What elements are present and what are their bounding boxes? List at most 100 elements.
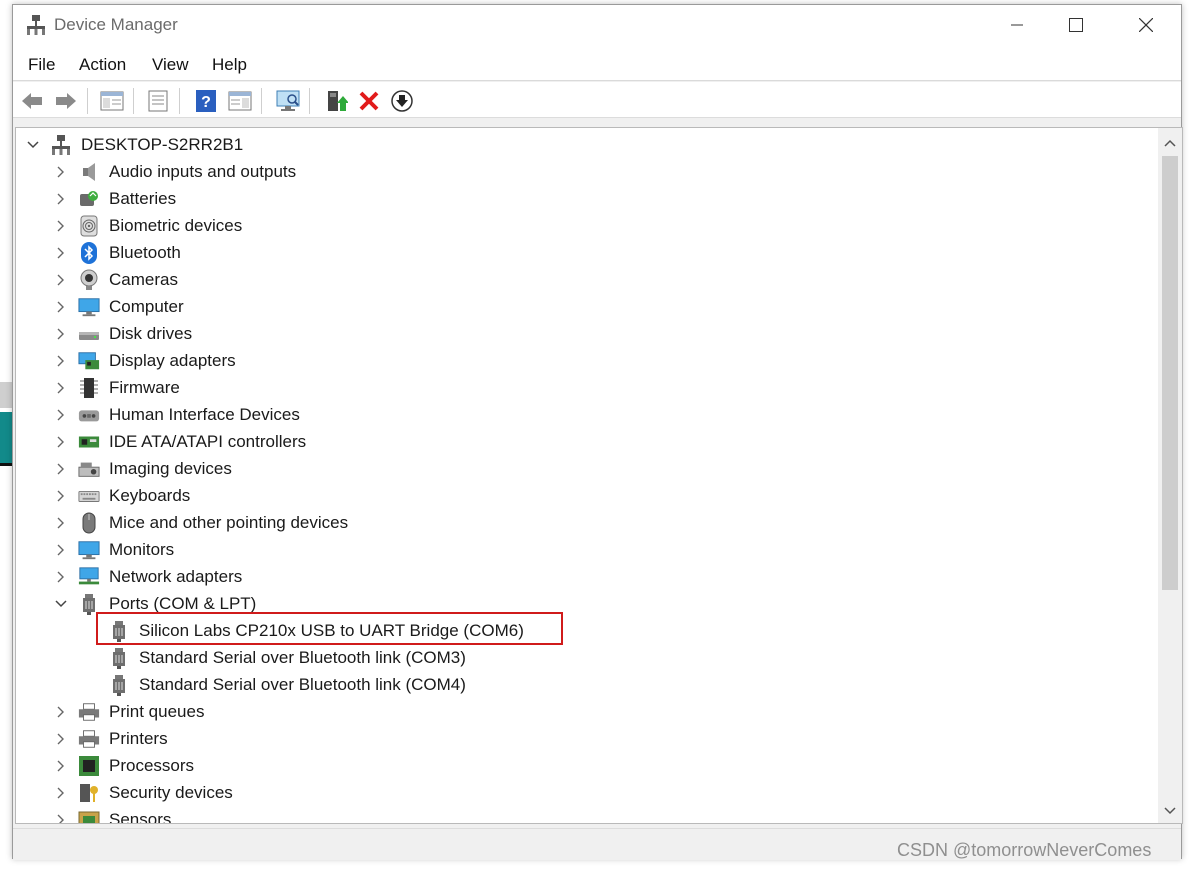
tree-item-label: Firmware — [109, 377, 180, 397]
chevron-right-icon[interactable] — [54, 293, 68, 320]
tree-item-label: Disk drives — [109, 323, 193, 343]
hid-icon — [78, 404, 100, 426]
printer-icon — [78, 728, 100, 750]
tree-item-label: Biometric devices — [109, 215, 243, 235]
close-button[interactable] — [1117, 5, 1175, 45]
scan-for-hardware-changes-icon[interactable] — [275, 88, 301, 114]
tree-item-sensors[interactable]: Sensors — [54, 806, 172, 824]
forward-icon[interactable] — [53, 88, 79, 114]
chevron-right-icon[interactable] — [54, 698, 68, 725]
keyboard-icon — [78, 485, 100, 507]
battery-icon — [78, 188, 100, 210]
vertical-scrollbar[interactable] — [1158, 128, 1182, 823]
chevron-right-icon[interactable] — [54, 725, 68, 752]
speaker-icon — [78, 161, 100, 183]
chevron-right-icon[interactable] — [54, 482, 68, 509]
disable-device-icon[interactable] — [389, 88, 415, 114]
menu-action[interactable]: Action — [79, 55, 126, 75]
tree-item-label: Imaging devices — [109, 458, 232, 478]
chevron-right-icon[interactable] — [54, 374, 68, 401]
tree-item-hid[interactable]: Human Interface Devices — [54, 401, 300, 428]
tree-item-label: Cameras — [109, 269, 178, 289]
tree-item-label: IDE ATA/ATAPI controllers — [109, 431, 307, 451]
tree-item-disk-drives[interactable]: Disk drives — [54, 320, 192, 347]
tree-item-computer[interactable]: Computer — [54, 293, 184, 320]
chevron-right-icon[interactable] — [54, 347, 68, 374]
watermark: CSDN @tomorrowNeverComes — [897, 840, 1152, 860]
tree-root[interactable]: DESKTOP-S2RR2B1 — [26, 131, 243, 158]
minimize-button[interactable] — [988, 5, 1046, 45]
chevron-right-icon[interactable] — [54, 266, 68, 293]
port-device-bt-com4[interactable]: Standard Serial over Bluetooth link (COM… — [108, 671, 466, 698]
tree-item-batteries[interactable]: Batteries — [54, 185, 176, 212]
tree-item-printers[interactable]: Printers — [54, 725, 168, 752]
title-bar[interactable]: Device Manager — [13, 5, 1181, 45]
chevron-right-icon[interactable] — [54, 563, 68, 590]
help-icon[interactable]: ? — [193, 88, 219, 114]
tree-item-label: Bluetooth — [109, 242, 181, 262]
tree-item-audio[interactable]: Audio inputs and outputs — [54, 158, 296, 185]
tree-item-label: Ports (COM & LPT) — [109, 593, 257, 613]
tree-item-bluetooth[interactable]: Bluetooth — [54, 239, 181, 266]
chevron-right-icon[interactable] — [54, 806, 68, 823]
webcam-icon — [78, 269, 100, 291]
tree-item-label: Sensors — [109, 809, 172, 824]
chevron-right-icon[interactable] — [54, 509, 68, 536]
device-manager-window: Device Manager File Action View Help ? D… — [12, 4, 1183, 860]
chevron-right-icon[interactable] — [54, 212, 68, 239]
chevron-down-icon[interactable] — [54, 590, 68, 617]
menu-file[interactable]: File — [28, 55, 55, 75]
chevron-right-icon[interactable] — [54, 158, 68, 185]
menu-view[interactable]: View — [152, 55, 189, 75]
tree-item-label: Human Interface Devices — [109, 404, 300, 424]
port-icon — [108, 674, 130, 696]
chevron-right-icon[interactable] — [54, 752, 68, 779]
port-icon — [108, 647, 130, 669]
scroll-down-icon[interactable] — [1158, 800, 1182, 822]
tree-item-mice[interactable]: Mice and other pointing devices — [54, 509, 348, 536]
update-driver-icon[interactable] — [323, 88, 349, 114]
tree-item-label: Computer — [109, 296, 184, 316]
tree-item-label: Processors — [109, 755, 195, 775]
tree-item-cameras[interactable]: Cameras — [54, 266, 178, 293]
tree-item-firmware[interactable]: Firmware — [54, 374, 180, 401]
tree-item-security[interactable]: Security devices — [54, 779, 233, 806]
tree-item-monitors[interactable]: Monitors — [54, 536, 174, 563]
chevron-right-icon[interactable] — [54, 401, 68, 428]
tree-item-label: Display adapters — [109, 350, 236, 370]
highlight-box — [96, 612, 563, 645]
tree-item-label: Monitors — [109, 539, 175, 559]
back-icon[interactable] — [19, 88, 45, 114]
chevron-down-icon[interactable] — [26, 131, 40, 158]
maximize-button[interactable] — [1047, 5, 1105, 45]
tree-item-ide[interactable]: IDE ATA/ATAPI controllers — [54, 428, 306, 455]
chevron-right-icon[interactable] — [54, 320, 68, 347]
tree-item-display-adapters[interactable]: Display adapters — [54, 347, 236, 374]
scroll-up-icon[interactable] — [1158, 132, 1182, 154]
tree-item-imaging[interactable]: Imaging devices — [54, 455, 232, 482]
tree-item-network-adapters[interactable]: Network adapters — [54, 563, 242, 590]
tree-root-label: DESKTOP-S2RR2B1 — [81, 134, 244, 154]
screen: Device Manager File Action View Help ? D… — [0, 0, 1193, 869]
chevron-right-icon[interactable] — [54, 239, 68, 266]
tree-item-biometric[interactable]: Biometric devices — [54, 212, 242, 239]
tree-item-processors[interactable]: Processors — [54, 752, 194, 779]
chevron-right-icon[interactable] — [54, 779, 68, 806]
menu-help[interactable]: Help — [212, 55, 247, 75]
scrollbar-thumb[interactable] — [1162, 156, 1178, 590]
scanner-camera-icon — [78, 458, 100, 480]
device-manager-icon — [26, 14, 46, 36]
network-icon — [78, 566, 100, 588]
tree-item-print-queues[interactable]: Print queues — [54, 698, 204, 725]
show-action-pane-icon[interactable] — [227, 88, 253, 114]
chevron-right-icon[interactable] — [54, 185, 68, 212]
properties-icon[interactable] — [145, 88, 171, 114]
show-hide-console-tree-icon[interactable] — [99, 88, 125, 114]
chevron-right-icon[interactable] — [54, 536, 68, 563]
display-adapter-icon — [78, 350, 100, 372]
chevron-right-icon[interactable] — [54, 428, 68, 455]
tree-item-keyboards[interactable]: Keyboards — [54, 482, 190, 509]
uninstall-device-icon[interactable] — [356, 88, 382, 114]
port-device-bt-com3[interactable]: Standard Serial over Bluetooth link (COM… — [108, 644, 466, 671]
chevron-right-icon[interactable] — [54, 455, 68, 482]
